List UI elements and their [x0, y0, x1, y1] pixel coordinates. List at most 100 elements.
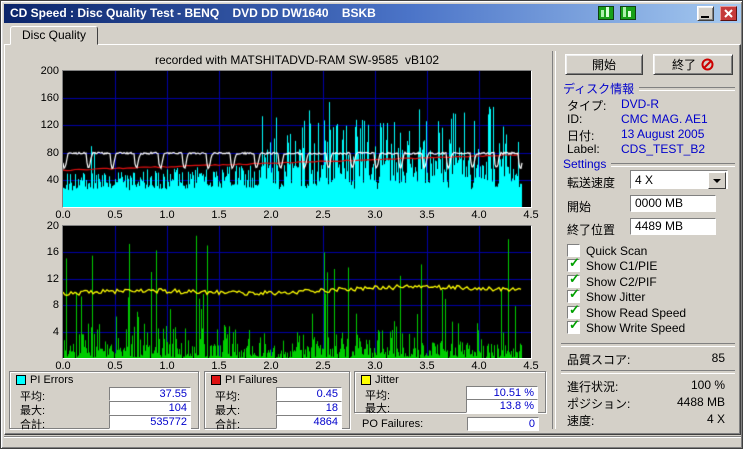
- progress-label: 進行状況:: [567, 380, 619, 394]
- settings-header-label: Settings: [563, 157, 607, 171]
- checkbox-quick-scan[interactable]: ✓ Quick Scan: [567, 244, 735, 258]
- disc-label-label: Label:: [567, 142, 600, 156]
- bottom-chart-canvas: [63, 226, 531, 358]
- axis-tick-label: 1.5: [211, 209, 227, 221]
- axis-tick-label: 4.5: [523, 360, 539, 372]
- end-position-label: 終了位置: [567, 223, 616, 237]
- axis-tick-label: 1.0: [159, 360, 175, 372]
- checkbox-label: Show C1/PIE: [586, 259, 658, 273]
- axis-tick-label: 1.5: [211, 360, 227, 372]
- pi-errors-avg-value: 37.55: [109, 387, 191, 401]
- panel-separator: [552, 51, 556, 429]
- window-title: CD Speed : Disc Quality Test - BENQ DVD …: [10, 6, 376, 20]
- disc-date-row: 日付: 13 August 2005: [563, 127, 739, 143]
- po-failures-row: PO Failures: 0: [354, 417, 546, 431]
- disc-date-value: 13 August 2005: [621, 127, 705, 141]
- start-position-field[interactable]: 0000 MB: [630, 195, 716, 212]
- max-label: 最大:: [365, 403, 391, 415]
- pi-errors-max-row: 最大: 104: [10, 401, 198, 417]
- pi-failures-color-swatch: [211, 374, 221, 385]
- pi-failures-header: PI Failures: [211, 373, 278, 386]
- axis-tick-label: 200: [40, 65, 59, 77]
- titlebar-graph-icon[interactable]: [598, 6, 614, 20]
- checkbox-box[interactable]: ✓: [567, 317, 580, 334]
- disc-bar2-icon: [628, 11, 631, 17]
- end-position-field[interactable]: 4489 MB: [630, 218, 716, 235]
- checkbox-show-write-speed[interactable]: ✓ Show Write Speed: [567, 317, 735, 335]
- header-rule: [611, 163, 735, 167]
- axis-tick-label: 120: [40, 119, 59, 131]
- check-icon: ✓: [569, 286, 580, 301]
- disc-id-label: ID:: [567, 112, 583, 126]
- check-icon: ✓: [569, 271, 580, 286]
- titlebar-disc-icon[interactable]: [620, 6, 636, 20]
- checkbox-show-jitter[interactable]: ✓ Show Jitter: [567, 286, 735, 304]
- checkbox-show-c1-pie[interactable]: ✓ Show C1/PIE: [567, 256, 735, 273]
- progress-row: 進行状況: 100 %: [563, 378, 729, 394]
- jitter-max-row: 最大: 13.8 %: [355, 399, 545, 415]
- stop-icon: [701, 58, 714, 71]
- pi-failures-total-row: 合計: 4864: [205, 415, 349, 431]
- titlebar[interactable]: CD Speed : Disc Quality Test - BENQ DVD …: [4, 4, 741, 23]
- axis-tick-label: 2.5: [315, 209, 331, 221]
- close-icon: [724, 9, 733, 18]
- stop-button[interactable]: 終了: [653, 54, 733, 75]
- pi-errors-avg-row: 平均: 37.55: [10, 387, 198, 403]
- axis-tick-label: 4.5: [523, 209, 539, 221]
- disc-id-row: ID: CMC MAG. AE1: [563, 112, 739, 126]
- close-button[interactable]: [720, 6, 737, 21]
- checkbox-show-read-speed[interactable]: ✓ Show Read Speed: [567, 303, 735, 320]
- minimize-button[interactable]: [697, 6, 714, 21]
- disc-label-row: Label: CDS_TEST_B2: [563, 142, 739, 156]
- pi-errors-panel: PI Errors 平均: 37.55 最大: 104 合計: 535772: [9, 371, 199, 431]
- graph-bar2-icon: [606, 7, 609, 17]
- axis-tick-label: 0.5: [107, 209, 123, 221]
- speed-select[interactable]: 4 X: [630, 170, 728, 189]
- axis-tick-label: 3.0: [367, 209, 383, 221]
- check-icon: ✓: [569, 317, 580, 332]
- pi-failures-avg-value: 0.45: [276, 387, 342, 401]
- disc-label-value: CDS_TEST_B2: [621, 142, 706, 156]
- combo-dropdown-button[interactable]: [708, 172, 726, 189]
- speed-value: 4 X: [706, 412, 725, 426]
- app-window: CD Speed : Disc Quality Test - BENQ DVD …: [0, 0, 743, 449]
- graph-bar-icon: [601, 10, 604, 17]
- axis-tick-label: 160: [40, 92, 59, 104]
- minimize-icon: [701, 16, 709, 18]
- start-button[interactable]: 開始: [565, 54, 643, 75]
- jitter-panel: Jitter 平均: 10.51 % 最大: 13.8 %: [354, 371, 546, 415]
- pi-failures-panel: PI Failures 平均: 0.45 最大: 18 合計: 4864: [204, 371, 350, 431]
- quality-score-label: 品質スコア:: [567, 353, 631, 367]
- axis-tick-label: 2.0: [263, 209, 279, 221]
- checkbox-show-c2-pif[interactable]: ✓ Show C2/PIF: [567, 271, 735, 289]
- pi-failures-max-row: 最大: 18: [205, 401, 349, 417]
- speed-row: 速度: 4 X: [563, 412, 729, 428]
- quality-score-value: 85: [711, 351, 725, 365]
- disc-info-header: ディスク情報: [563, 82, 735, 96]
- top-chart-frame: [62, 70, 532, 208]
- chevron-down-icon: [713, 178, 721, 183]
- settings-header: Settings: [563, 157, 735, 171]
- jitter-avg-row: 平均: 10.51 %: [355, 386, 545, 402]
- tab-disc-quality[interactable]: Disc Quality: [10, 26, 98, 45]
- axis-tick-label: 4: [52, 326, 59, 338]
- axis-tick-label: 8: [52, 299, 59, 311]
- pi-failures-total-value: 4864: [276, 415, 342, 429]
- axis-tick-label: 3.5: [419, 209, 435, 221]
- checkbox-label: Show Jitter: [586, 290, 646, 304]
- jitter-max-value: 13.8 %: [466, 399, 538, 413]
- pi-failures-title: PI Failures: [225, 373, 278, 386]
- pi-failures-avg-row: 平均: 0.45: [205, 387, 349, 403]
- pi-errors-color-swatch: [16, 374, 26, 385]
- po-failures-value: 0: [467, 417, 539, 431]
- axis-tick-label: 12: [46, 273, 59, 285]
- disc-id-value: CMC MAG. AE1: [621, 112, 708, 126]
- divider: [561, 343, 735, 347]
- transfer-speed-label: 転送速度: [567, 176, 616, 190]
- status-bar: [4, 436, 741, 448]
- header-rule: [639, 87, 735, 91]
- speed-select-value: 4 X: [635, 173, 654, 187]
- axis-tick-label: 1.0: [159, 209, 175, 221]
- axis-tick-label: 3.5: [419, 360, 435, 372]
- jitter-title: Jitter: [375, 373, 399, 386]
